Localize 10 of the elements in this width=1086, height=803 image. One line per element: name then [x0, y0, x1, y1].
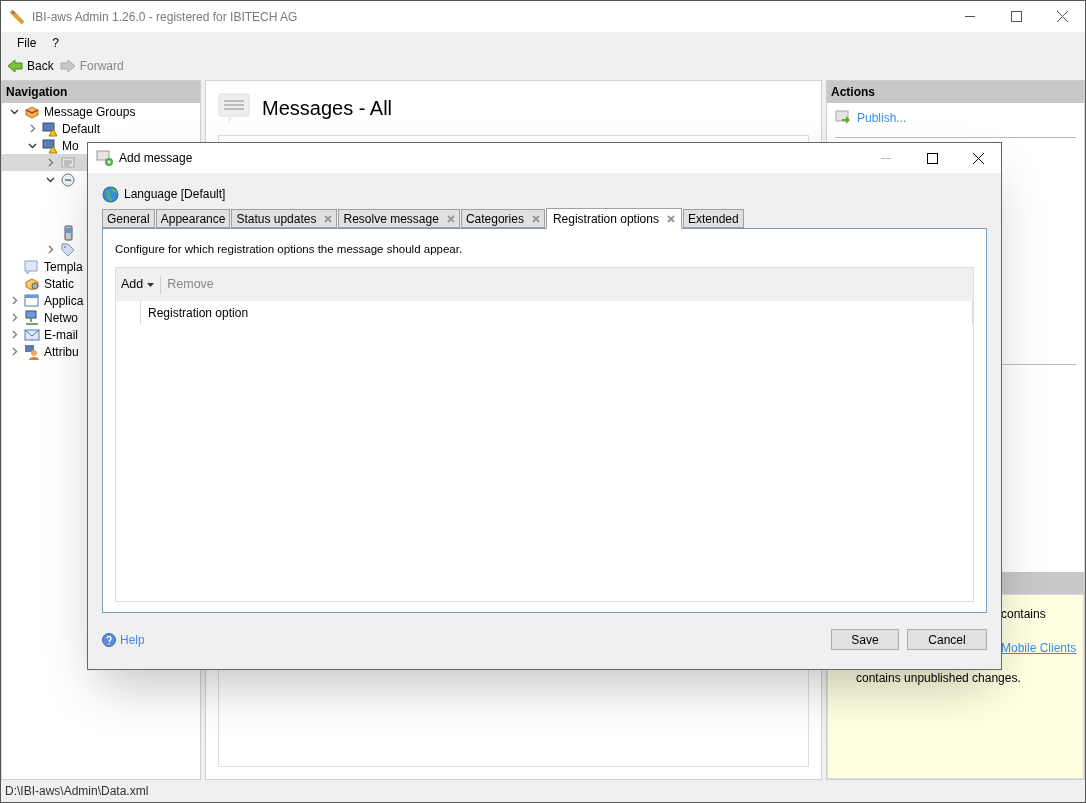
description-text: Configure for which registration options the message should appear. — [115, 242, 464, 257]
window-title: IBI-aws Admin 1.26.0 - registered for IBITECH AG — [32, 8, 298, 26]
info-text: contains unpublished changes. — [856, 670, 1022, 687]
language-label: Language [Default] — [124, 186, 226, 203]
content-title: Messages - All — [262, 96, 393, 121]
panel-header: Actions — [827, 81, 1084, 103]
info-text: contains — [1001, 606, 1047, 623]
dialog-title: Add message — [119, 150, 193, 167]
panel-header: Navigation — [2, 81, 200, 103]
status-bar-text: D:\IBI-aws\Admin\Data.xml — [5, 783, 149, 800]
